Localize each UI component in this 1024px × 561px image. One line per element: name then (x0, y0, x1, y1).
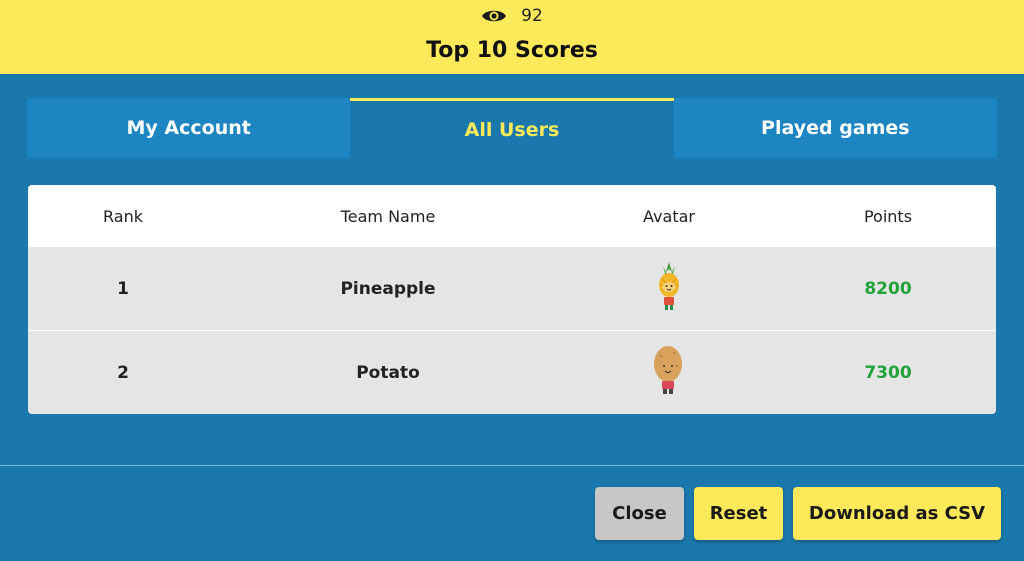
modal-title: Top 10 Scores (426, 38, 598, 63)
rank-cell: 2 (117, 362, 129, 383)
modal-header: 92 Top 10 Scores (0, 0, 1024, 74)
table-row: 1 Pineapple 8200 (28, 247, 996, 330)
column-header-rank: Rank (103, 206, 143, 226)
team-name-cell: Potato (356, 362, 420, 383)
potato-avatar-icon (651, 344, 687, 401)
tab-bar: My Account All Users Played games (27, 98, 997, 158)
team-name-cell: Pineapple (340, 278, 436, 299)
column-header-points: Points (863, 206, 913, 226)
points-cell: 7300 (864, 362, 912, 383)
tab-played-games[interactable]: Played games (673, 98, 997, 158)
close-button[interactable]: Close (595, 487, 684, 540)
table-row: 2 Potato 7300 (28, 330, 996, 414)
download-csv-button[interactable]: Download as CSV (793, 487, 1001, 540)
view-counter: 92 (0, 6, 1024, 26)
scores-table: Rank Team Name Avatar Points 1 Pineapple (28, 185, 996, 414)
avatar-cell (558, 344, 780, 401)
avatar-cell (558, 260, 780, 317)
column-header-team-name: Team Name (340, 206, 436, 226)
rank-cell: 1 (117, 278, 129, 299)
tab-my-account[interactable]: My Account (27, 98, 351, 158)
tab-all-users[interactable]: All Users (350, 98, 674, 158)
points-cell: 8200 (864, 278, 912, 299)
eye-icon (481, 7, 507, 25)
reset-button[interactable]: Reset (694, 487, 783, 540)
pineapple-avatar-icon (654, 260, 684, 317)
view-count: 92 (521, 6, 543, 26)
table-header-row: Rank Team Name Avatar Points (28, 185, 996, 247)
footer-divider (0, 465, 1024, 466)
column-header-avatar: Avatar (643, 206, 695, 226)
